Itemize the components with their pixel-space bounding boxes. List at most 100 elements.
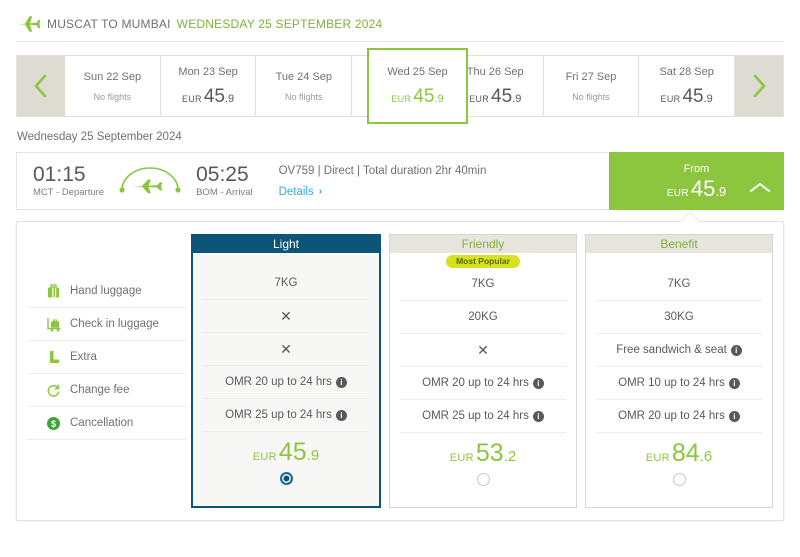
date-cell-no-flights: No flights <box>285 91 323 102</box>
selected-date-label: Wednesday 25 September 2024 <box>17 131 182 143</box>
fare-card-body: 7KG 30KG Free sandwich & seat i OMR 10 u… <box>586 268 772 507</box>
badge-slot <box>586 253 772 268</box>
date-cell-no-flights: No flights <box>93 91 132 102</box>
feature-row-check-in-luggage: Check in luggage <box>27 308 187 341</box>
details-label: Details <box>278 185 314 198</box>
seat-icon <box>45 349 62 366</box>
fare-radio-benefit[interactable] <box>672 473 686 486</box>
next-dates-button[interactable] <box>735 56 784 116</box>
price-major: 45 <box>690 175 716 201</box>
info-icon[interactable]: i <box>730 344 742 356</box>
fare-cell-text: 7KG <box>471 278 495 290</box>
header-divider <box>16 41 784 42</box>
route-header: MUSCAT TO MUMBAI WEDNESDAY 25 SEPTEMBER … <box>0 0 800 32</box>
info-icon[interactable]: i <box>532 410 544 422</box>
fare-radio-friendly[interactable] <box>476 473 490 486</box>
fare-card-light[interactable]: Light 7KG ✕ ✕ OMR 20 up to 24 hrs i OMR … <box>191 234 381 508</box>
feature-label: Cancellation <box>70 417 134 429</box>
currency-code: EUR <box>660 94 681 104</box>
fare-cell-extra: Free sandwich & seat i <box>596 334 762 367</box>
info-icon[interactable]: i <box>728 410 740 422</box>
fare-cell-hand-luggage: 7KG <box>203 267 369 300</box>
date-cell-day: Wed 25 Sep <box>387 66 448 78</box>
feature-row-hand-luggage: Hand luggage <box>27 275 187 308</box>
date-cell-day: Tue 24 Sep <box>275 70 333 83</box>
date-cell-tue-24-sep[interactable]: Tue 24 Sep No flights <box>256 56 353 116</box>
date-cell-no-flights: No flights <box>572 91 610 102</box>
date-cell-sun-22-sep[interactable]: Sun 22 Sep No flights <box>65 56 161 116</box>
flight-arc-icon <box>117 164 183 198</box>
date-cell-mon-23-sep[interactable]: Mon 23 Sep EUR 45.9 <box>160 56 257 116</box>
fare-cell-cancellation: OMR 25 up to 24 hrs i <box>203 399 369 432</box>
departure-block: 01:15 MCT - Departure <box>33 162 105 199</box>
arrival-time: 05:25 <box>196 162 249 186</box>
fare-cell-extra: ✕ <box>400 334 566 367</box>
departure-time: 01:15 <box>33 162 86 186</box>
flight-info-text: OV759 | Direct | Total duration 2hr 40mi… <box>278 164 487 177</box>
fare-cell-text: OMR 10 up to 24 hrs <box>618 377 725 389</box>
departure-label: MCT - Departure <box>33 187 105 199</box>
price-minor: .6 <box>699 447 713 465</box>
fare-cell-text: OMR 20 up to 24 hrs <box>225 376 332 388</box>
fare-card-body: 7KG ✕ ✕ OMR 20 up to 24 hrs i OMR 25 up … <box>193 267 379 506</box>
feature-row-change-fee: Change fee <box>27 374 187 407</box>
fare-cell-cancellation: OMR 20 up to 24 hrs i <box>596 400 762 433</box>
fare-cell-text: OMR 25 up to 24 hrs <box>422 410 529 422</box>
badge-slot: Most Popular <box>390 253 576 268</box>
fare-card-price: EUR 45.9 <box>203 432 369 472</box>
date-cell-price: EUR 45.9 <box>391 87 443 106</box>
info-icon[interactable]: i <box>532 377 544 389</box>
price-minor: .9 <box>703 93 713 105</box>
fare-card-title: Light <box>193 236 379 253</box>
from-price-button[interactable]: From EUR 45.9 <box>609 152 784 210</box>
flight-results-page: MUSCAT TO MUMBAI WEDNESDAY 25 SEPTEMBER … <box>0 0 800 557</box>
price-major: 45 <box>413 86 435 107</box>
date-cell-sat-28-sep[interactable]: Sat 28 Sep EUR 45.9 <box>639 56 736 116</box>
cross-icon: ✕ <box>280 341 292 357</box>
price-minor: .9 <box>225 93 235 105</box>
fare-card-benefit[interactable]: Benefit 7KG 30KG Free sandwich & seat i … <box>585 234 773 508</box>
currency-code: EUR <box>645 451 670 464</box>
date-cell-wed-25-sep-selected[interactable]: Wed 25 Sep EUR 45.9 <box>367 48 468 124</box>
date-cell-day: Fri 27 Sep <box>565 70 617 83</box>
dollar-circle-icon: $ <box>45 415 62 432</box>
price-major: 45 <box>203 86 225 107</box>
fare-radio-light[interactable] <box>279 472 293 485</box>
price-minor: .2 <box>503 447 517 465</box>
currency-code: EUR <box>391 94 412 104</box>
fare-card-friendly[interactable]: Friendly Most Popular 7KG 20KG ✕ OMR 20 … <box>389 234 577 508</box>
luggage-trolley-icon <box>45 316 62 333</box>
fare-card-price: EUR 84.6 <box>596 433 762 473</box>
chevron-right-icon: › <box>318 186 323 197</box>
feature-row-extra: Extra <box>27 341 187 374</box>
prev-dates-button[interactable] <box>17 56 65 116</box>
fare-cell-cancellation: OMR 25 up to 24 hrs i <box>400 400 566 433</box>
most-popular-badge: Most Popular <box>446 254 520 268</box>
from-label: From <box>683 162 710 175</box>
flight-times: 01:15 MCT - Departure 05:25 BOM - Arriva… <box>17 153 253 209</box>
date-cell-fri-27-sep[interactable]: Fri 27 Sep No flights <box>543 56 640 116</box>
date-cell-day: Thu 26 Sep <box>466 66 524 78</box>
currency-code: EUR <box>666 187 689 199</box>
details-link[interactable]: Details › <box>279 186 323 198</box>
fare-card-title: Benefit <box>586 235 772 253</box>
svg-text:$: $ <box>51 419 56 429</box>
info-icon[interactable]: i <box>335 376 347 388</box>
price-minor: .9 <box>306 446 320 464</box>
fare-feature-column: Hand luggage Check in luggage Extra Chan… <box>27 234 187 508</box>
price-major: 45 <box>682 86 704 107</box>
fare-cell-text: OMR 20 up to 24 hrs <box>422 377 529 389</box>
fare-cell-hand-luggage: 7KG <box>400 268 566 301</box>
fare-cards: Light 7KG ✕ ✕ OMR 20 up to 24 hrs i OMR … <box>187 234 773 508</box>
fare-cell-text: 7KG <box>667 278 691 290</box>
info-icon[interactable]: i <box>728 377 740 389</box>
price-major: 45 <box>491 86 513 107</box>
price-minor: .9 <box>434 93 444 105</box>
date-cell-price: EUR 45.9 <box>661 87 713 106</box>
date-cell-day: Sat 28 Sep <box>659 66 714 78</box>
refresh-icon <box>45 382 62 399</box>
chevron-up-icon[interactable] <box>749 181 771 199</box>
info-icon[interactable]: i <box>335 409 347 421</box>
currency-code: EUR <box>252 450 277 463</box>
route-date: WEDNESDAY 25 SEPTEMBER 2024 <box>176 17 383 31</box>
